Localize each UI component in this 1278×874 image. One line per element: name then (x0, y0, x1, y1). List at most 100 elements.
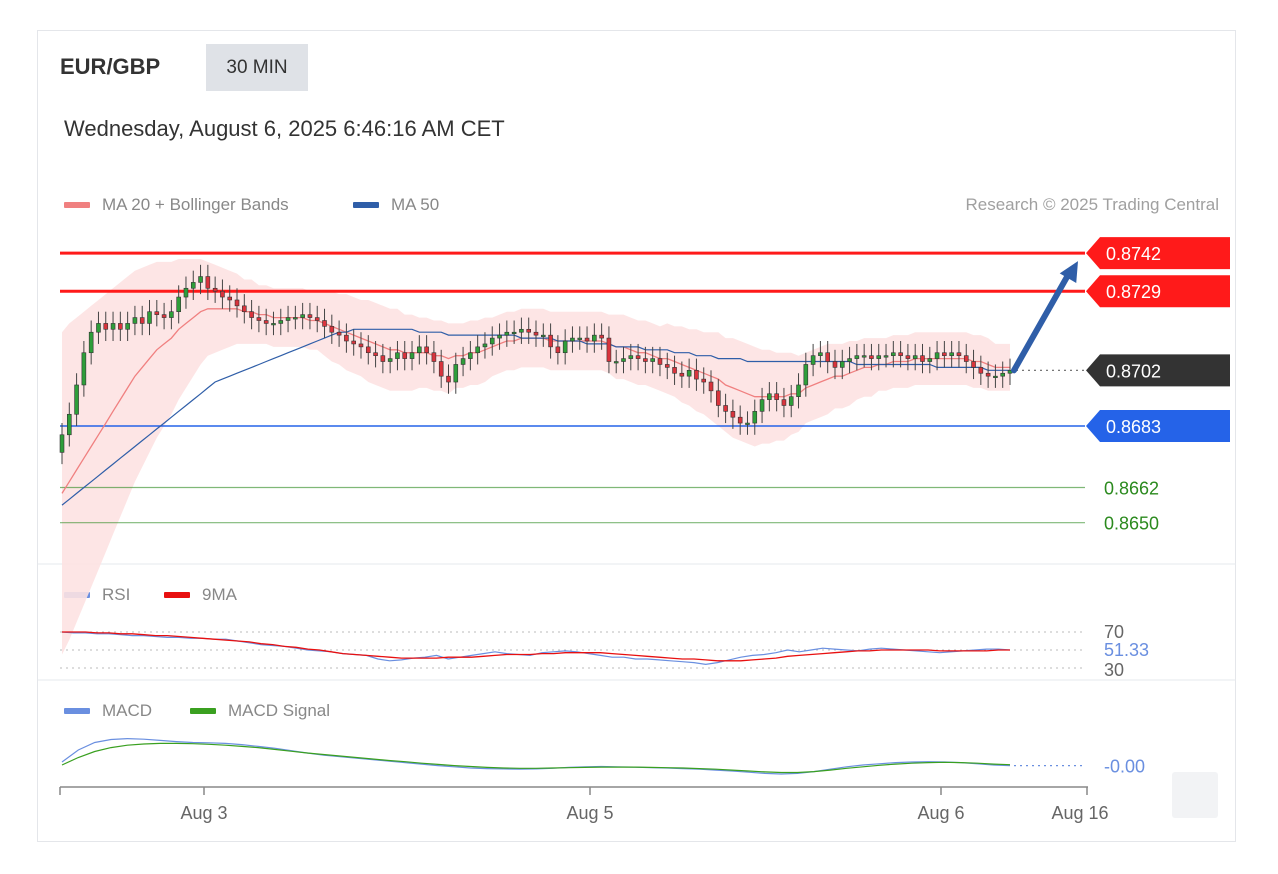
candle-body (679, 372, 685, 377)
candle-body (169, 311, 174, 318)
candle-body (489, 337, 495, 345)
candle-body (307, 314, 313, 318)
candle-body (898, 352, 903, 356)
candle-body (803, 364, 809, 386)
candle-body (796, 384, 801, 397)
candle-body (854, 355, 860, 359)
candle-body (468, 352, 473, 359)
candle-body (818, 352, 823, 356)
candle-body (985, 372, 991, 377)
candle-body (592, 334, 597, 342)
candle-body (300, 314, 305, 318)
candle-body (329, 326, 335, 333)
macd-signal-line (61, 742, 1011, 774)
candle-body (387, 358, 393, 362)
candle-body (110, 323, 116, 330)
candle-body (533, 331, 539, 336)
candle-body (993, 375, 998, 378)
candle-body (431, 352, 437, 362)
candle-body (103, 323, 109, 330)
candle-body (577, 337, 583, 340)
candle-body (555, 346, 561, 354)
candle-body (599, 334, 604, 339)
candle-body (139, 317, 145, 324)
candle-body (249, 311, 254, 318)
candle-body (847, 358, 852, 362)
candle-body (234, 299, 240, 307)
candle-body (876, 355, 882, 359)
rsi-9ma-line (62, 631, 1010, 662)
candle-body (635, 355, 641, 359)
candle-body (373, 352, 378, 356)
candle-body (67, 413, 72, 436)
candle-body (88, 331, 94, 354)
candle-body (788, 396, 794, 406)
candle-body (336, 331, 342, 336)
candle-body (154, 311, 160, 315)
candle-body (810, 355, 816, 365)
candle-body (74, 384, 79, 415)
candle-body (1000, 372, 1005, 377)
level-label-0.8742: 0.8742 (1106, 244, 1161, 264)
candle-body (380, 355, 386, 362)
forecast-arrow (1011, 272, 1071, 374)
candle-body (460, 358, 466, 365)
candle-body (59, 434, 65, 453)
candle-body (861, 355, 867, 358)
candle-body (147, 311, 152, 324)
candle-body (190, 282, 196, 289)
rsi-tick-30: 30 (1104, 660, 1124, 680)
candle-body (541, 334, 546, 337)
candle-body (920, 355, 925, 362)
candle-body (256, 317, 262, 321)
candle-body (293, 317, 298, 320)
candle-body (176, 296, 181, 313)
candle-body (504, 331, 510, 336)
candle-body (839, 361, 845, 368)
candle-body (701, 378, 707, 383)
candle-body (686, 370, 692, 377)
x-tick-label: Aug 5 (566, 803, 613, 823)
candle-body (314, 317, 320, 321)
level-label-0.8702: 0.8702 (1106, 361, 1161, 381)
x-tick-label: Aug 16 (1051, 803, 1108, 823)
candle-body (402, 352, 408, 359)
candle-body (278, 320, 284, 324)
candle-body (730, 411, 736, 418)
candle-body (737, 416, 743, 424)
candle-body (570, 337, 575, 342)
candle-body (96, 323, 101, 333)
candle-body (271, 323, 276, 326)
chart-canvas: 0.87420.87290.87020.86830.86620.86507030… (38, 237, 1236, 823)
candle-body (212, 287, 218, 292)
candle-body (869, 355, 874, 359)
candle-body (526, 328, 531, 333)
candle-body (956, 352, 962, 356)
level-label-0.8650: 0.8650 (1104, 514, 1159, 534)
candle-body (220, 290, 225, 298)
candle-body (81, 352, 87, 386)
candle-body (475, 346, 480, 354)
level-label-0.8683: 0.8683 (1106, 417, 1161, 437)
candle-body (417, 346, 422, 354)
candle-body (621, 358, 626, 362)
candle-body (285, 317, 291, 321)
candle-body (395, 352, 400, 359)
candle-body (613, 361, 619, 364)
candle-body (125, 323, 130, 330)
corner-control[interactable] (1172, 772, 1218, 818)
candle-body (745, 422, 750, 425)
candle-body (927, 358, 933, 362)
candle-body (942, 352, 947, 356)
candle-body (949, 352, 954, 356)
macd-current-value: -0.00 (1104, 757, 1145, 777)
candle-body (781, 399, 787, 406)
candle-body (905, 355, 911, 359)
candle-body (883, 355, 889, 358)
candle-body (409, 352, 415, 359)
candle-body (891, 352, 896, 356)
x-tick-label: Aug 6 (917, 803, 964, 823)
candle-body (562, 340, 568, 354)
candle-body (365, 346, 371, 354)
candle-body (511, 331, 517, 335)
